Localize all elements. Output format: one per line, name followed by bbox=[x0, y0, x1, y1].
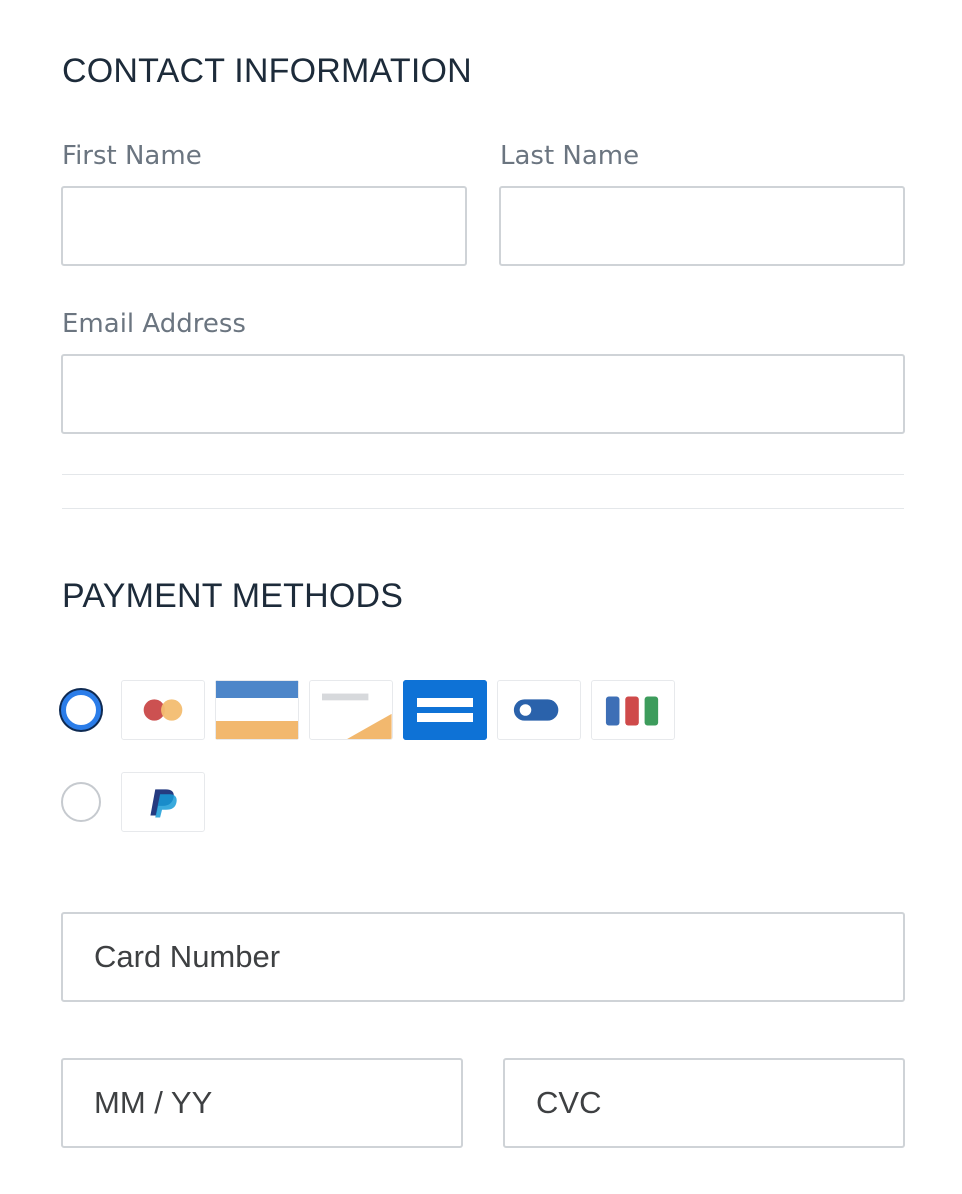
first-name-input[interactable] bbox=[61, 186, 467, 266]
card-payment-radio[interactable] bbox=[61, 690, 101, 730]
divider bbox=[62, 508, 904, 509]
payment-section-title: PAYMENT METHODS bbox=[62, 577, 404, 615]
mastercard-icon bbox=[121, 680, 205, 740]
contact-section-title: CONTACT INFORMATION bbox=[62, 52, 472, 90]
divider bbox=[62, 474, 904, 475]
cvc-input[interactable]: CVC bbox=[503, 1058, 905, 1148]
first-name-label: First Name bbox=[62, 141, 202, 171]
card-stripe-blue-orange-icon bbox=[215, 680, 299, 740]
email-label: Email Address bbox=[62, 309, 246, 339]
card-blue-bars-icon bbox=[403, 680, 487, 740]
card-number-placeholder: Card Number bbox=[94, 939, 281, 974]
card-number-input[interactable]: Card Number bbox=[61, 912, 905, 1002]
cvc-placeholder: CVC bbox=[536, 1085, 602, 1120]
last-name-input[interactable] bbox=[499, 186, 905, 266]
email-input[interactable] bbox=[61, 354, 905, 434]
card-gray-orange-icon bbox=[309, 680, 393, 740]
expiry-input[interactable]: MM / YY bbox=[61, 1058, 463, 1148]
paypal-payment-radio[interactable] bbox=[61, 782, 101, 822]
card-toggle-icon bbox=[497, 680, 581, 740]
expiry-placeholder: MM / YY bbox=[94, 1085, 213, 1120]
paypal-icon bbox=[121, 772, 205, 832]
jcb-icon bbox=[591, 680, 675, 740]
last-name-label: Last Name bbox=[500, 141, 640, 171]
